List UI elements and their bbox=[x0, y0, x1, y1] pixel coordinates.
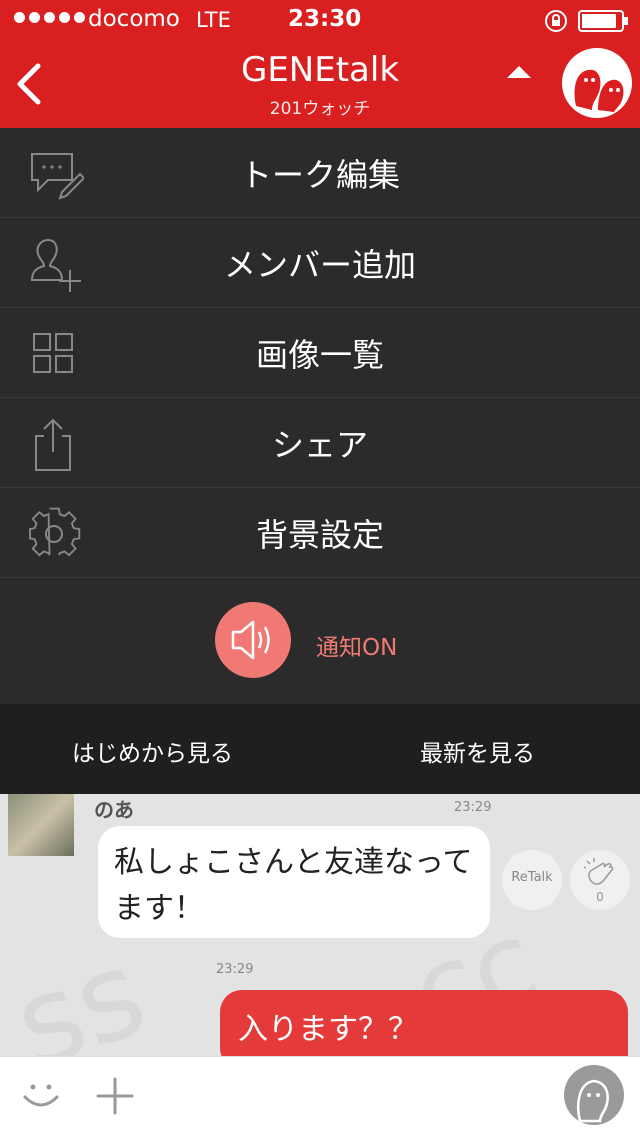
signal-strength-icon bbox=[14, 12, 85, 23]
clap-icon bbox=[584, 858, 614, 885]
svg-text:ss: ss bbox=[0, 923, 163, 1056]
rotation-lock-icon bbox=[544, 9, 568, 37]
menu-item-label: シェア bbox=[271, 426, 368, 464]
sender-avatar[interactable] bbox=[8, 794, 74, 856]
message-time: 23:29 bbox=[454, 800, 492, 815]
retalk-label: ReTalk bbox=[511, 870, 553, 885]
carrier-label: docomo bbox=[88, 6, 180, 32]
battery-icon bbox=[578, 10, 630, 36]
retalk-button[interactable]: ReTalk bbox=[502, 850, 562, 910]
collapse-menu-button[interactable] bbox=[506, 64, 532, 83]
view-latest-link[interactable]: 最新を見る bbox=[420, 734, 535, 768]
ghost-avatar-icon bbox=[577, 1079, 609, 1123]
history-nav-bar: はじめから見る 最新を見る bbox=[0, 704, 640, 794]
menu-item-add-member[interactable]: メンバー追加 bbox=[0, 218, 640, 308]
menu-item-label: メンバー追加 bbox=[223, 246, 416, 284]
message-input-bar bbox=[0, 1056, 640, 1137]
notification-status-label[interactable]: 通知ON bbox=[316, 628, 397, 662]
talk-menu: トーク編集 メンバー追加 画像一覧 シェア 背景設定 bbox=[0, 128, 640, 704]
sender-name: のあ bbox=[94, 798, 134, 822]
clap-button[interactable]: 0 bbox=[570, 850, 630, 910]
message-time: 23:29 bbox=[216, 962, 254, 977]
page-title: GENEtalk bbox=[240, 50, 400, 90]
menu-item-label: トーク編集 bbox=[239, 156, 400, 194]
network-label: LTE bbox=[196, 8, 231, 32]
clock: 23:30 bbox=[288, 6, 362, 32]
notification-toggle-button[interactable] bbox=[215, 602, 291, 678]
menu-item-image-list[interactable]: 画像一覧 bbox=[0, 308, 640, 398]
message-text: 私しょこさんと友達なってます！ bbox=[114, 845, 473, 926]
menu-item-label: 背景設定 bbox=[255, 516, 384, 554]
sent-message-bubble[interactable]: 入ります？？ bbox=[220, 990, 628, 1056]
clap-count: 0 bbox=[596, 890, 604, 904]
add-attachment-button[interactable] bbox=[96, 1077, 134, 1119]
app-header: docomo LTE 23:30 GENEtalk 201ウォッチ bbox=[0, 0, 640, 128]
plus-icon bbox=[96, 1077, 134, 1115]
view-from-start-link[interactable]: はじめから見る bbox=[72, 734, 233, 768]
menu-item-share[interactable]: シェア bbox=[0, 398, 640, 488]
triangle-up-icon bbox=[507, 66, 531, 78]
page-subtitle: 201ウォッチ bbox=[269, 99, 371, 119]
speaker-icon bbox=[231, 620, 270, 660]
message-text: 入ります？？ bbox=[238, 1012, 418, 1047]
received-message-bubble[interactable]: 私しょこさんと友達なってます！ bbox=[98, 826, 490, 938]
emoji-button[interactable] bbox=[20, 1077, 62, 1117]
smiley-icon bbox=[23, 1084, 59, 1107]
group-avatar[interactable] bbox=[562, 48, 632, 118]
menu-item-background[interactable]: 背景設定 bbox=[0, 488, 640, 578]
chat-area[interactable]: ss cc のあ 23:29 私しょこさんと友達なってます！ ReTalk 0 … bbox=[0, 794, 640, 1056]
group-avatar-icon bbox=[574, 69, 624, 112]
menu-item-edit-talk[interactable]: トーク編集 bbox=[0, 128, 640, 218]
menu-item-label: 画像一覧 bbox=[255, 336, 384, 374]
my-avatar-button[interactable] bbox=[564, 1065, 624, 1125]
